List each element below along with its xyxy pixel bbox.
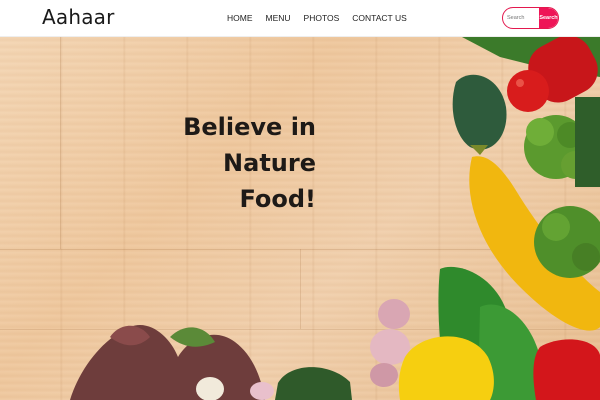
- brand-logo[interactable]: Aahaar: [42, 5, 115, 29]
- search-input[interactable]: [503, 8, 539, 28]
- hero-banner: Believe in Nature Food!: [0, 37, 600, 400]
- nav-link-contact-us[interactable]: CONTACT US: [352, 13, 406, 23]
- nav-link-home[interactable]: HOME: [227, 13, 253, 23]
- red-lettuce-shape: [70, 325, 265, 400]
- nav-links: HOME MENU PHOTOS CONTACT US: [227, 13, 420, 23]
- nav-link-photos[interactable]: PHOTOS: [304, 13, 340, 23]
- nav-link-menu[interactable]: MENU: [266, 13, 291, 23]
- zucchini-shape: [275, 367, 352, 400]
- garlic-shape: [378, 299, 410, 329]
- vegetables-photo: [70, 37, 600, 400]
- kale-leaf-shape: [452, 74, 507, 150]
- search-form: Search: [502, 7, 559, 29]
- top-navbar: Aahaar HOME MENU PHOTOS CONTACT US Searc…: [0, 0, 600, 37]
- search-button[interactable]: Search: [539, 8, 558, 28]
- tomato-shape: [507, 70, 549, 112]
